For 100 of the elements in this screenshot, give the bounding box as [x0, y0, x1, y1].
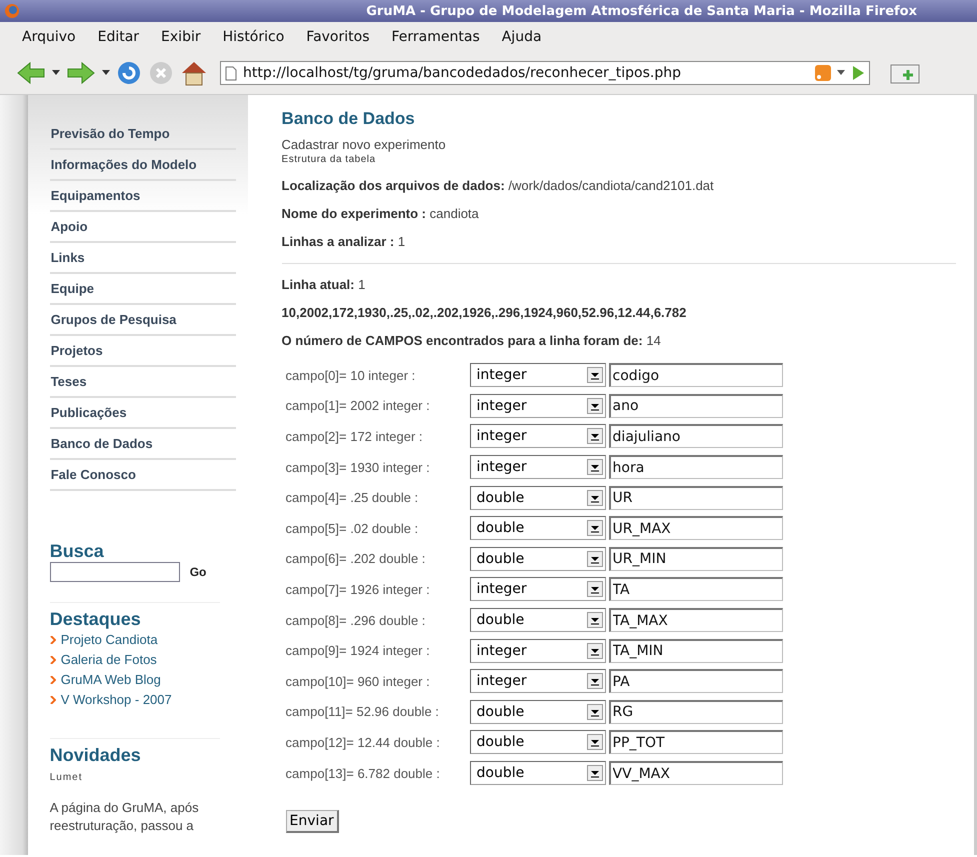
column-name-field[interactable]: hora [608, 455, 783, 480]
field-label: campo[8]= .296 double : [284, 612, 426, 628]
menu-item[interactable]: Histórico [222, 29, 284, 45]
field-label: campo[9]= 1924 integer : [284, 643, 431, 658]
menu-item[interactable]: Exibir [161, 29, 201, 45]
column-name-field[interactable]: ano [608, 394, 783, 418]
page-heading: Banco de Dados [282, 109, 416, 129]
field-label: campo[12]= 12.44 double : [284, 734, 441, 750]
highlight-link[interactable]: V Workshop - 2007 [60, 690, 172, 710]
section-caption: Estrutura da tabela [282, 154, 377, 165]
info-line: Linha atual: 1 [282, 277, 366, 292]
highlight-link[interactable]: Galeria de Fotos [60, 650, 157, 670]
caret-icon[interactable] [102, 70, 110, 76]
menu-item[interactable]: Ferramentas [392, 29, 480, 45]
rss-icon[interactable] [815, 65, 831, 81]
page-subtitle: Cadastrar novo experimento [282, 137, 447, 152]
info-line: Nome do experimento : candiota [282, 206, 480, 221]
type-dropdown[interactable]: double [470, 546, 606, 571]
caret-icon [586, 612, 603, 628]
column-name-field[interactable]: TA [608, 577, 783, 602]
column-name-field[interactable]: TA_MIN [608, 638, 783, 663]
submit-button[interactable]: Enviar [286, 810, 339, 834]
sidebar-link[interactable]: Apoio [50, 212, 236, 243]
sidebar-link[interactable]: Publicações [50, 398, 236, 429]
sidebar-link[interactable]: Previsão do Tempo [50, 119, 236, 150]
sidebar-link[interactable]: Projetos [50, 336, 236, 367]
type-dropdown[interactable]: integer [470, 424, 606, 448]
info-line: O número de CAMPOS encontrados para a linha foram de: 14 [282, 333, 662, 348]
back-icon[interactable] [16, 60, 46, 86]
column-name-field[interactable]: UR_MAX [608, 516, 783, 540]
section-heading: Destaques [50, 609, 142, 630]
caret-icon [586, 704, 603, 720]
sidebar-link[interactable]: Fale Conosco [50, 460, 236, 491]
type-dropdown[interactable]: integer [470, 455, 606, 480]
type-dropdown[interactable]: double [470, 730, 606, 754]
menu-item[interactable]: Favoritos [306, 29, 370, 45]
menu-item[interactable]: Arquivo [22, 29, 76, 45]
field-label: campo[5]= .02 double : [284, 520, 420, 536]
field-label: campo[6]= .202 double : [284, 551, 426, 566]
type-dropdown[interactable]: double [470, 761, 606, 786]
section-heading: Novidades [50, 745, 142, 766]
type-dropdown[interactable]: integer [470, 577, 606, 602]
sidebar-link[interactable]: Equipe [50, 274, 236, 305]
caret-icon[interactable] [837, 70, 845, 76]
type-dropdown[interactable]: double [470, 486, 606, 510]
caret-icon [586, 673, 603, 690]
caret-icon[interactable] [52, 70, 60, 76]
column-name-field[interactable]: RG [608, 700, 783, 724]
type-dropdown[interactable]: integer [470, 394, 606, 418]
type-dropdown[interactable]: double [470, 608, 606, 632]
caret-icon [586, 581, 603, 598]
home-icon[interactable] [180, 60, 208, 86]
sidebar-link[interactable]: Informações do Modelo [50, 150, 236, 181]
sidebar-link[interactable]: Teses [50, 367, 236, 398]
chevron-icon [50, 676, 56, 684]
go-button[interactable]: Go [190, 565, 206, 579]
type-dropdown[interactable]: double [470, 700, 606, 724]
search-field[interactable] [50, 562, 180, 582]
chevron-icon [50, 696, 56, 704]
column-name-field[interactable]: PP_TOT [608, 730, 783, 754]
field-label: campo[11]= 52.96 double : [284, 704, 440, 720]
sidebar-link[interactable]: Links [50, 243, 236, 274]
menu-item[interactable]: Editar [98, 29, 140, 45]
chevron-icon [50, 636, 56, 644]
go-icon[interactable] [851, 65, 865, 81]
column-name-field[interactable]: UR_MIN [608, 546, 783, 571]
menu-item[interactable]: Ajuda [502, 29, 542, 45]
sidebar-link[interactable]: Banco de Dados [50, 429, 236, 460]
forward-icon[interactable] [66, 60, 96, 86]
field-label: campo[13]= 6.782 double : [284, 766, 441, 781]
sidebar-link[interactable]: Equipamentos [50, 181, 236, 212]
column-name-field[interactable]: UR [608, 486, 783, 510]
info-line: Linhas a analizar : 1 [282, 234, 406, 249]
info-line: 10,2002,172,1930,.25,.02,.202,1926,.296,1924,960,52.96,12.44,6.782 [282, 305, 688, 320]
caret-icon [586, 459, 603, 476]
window-title: GruMA - Grupo de Modelagem Atmosférica de Santa Maria - Mozilla Firefox [365, 4, 918, 18]
caret-icon [586, 428, 603, 444]
column-name-field[interactable]: VV_MAX [608, 761, 783, 786]
type-dropdown[interactable]: integer [470, 363, 606, 388]
type-dropdown[interactable]: integer [470, 669, 606, 694]
news-author: Lumet [50, 772, 84, 783]
address-bar[interactable]: http://localhost/tg/gruma/bancodedados/reconhecer_tipos.php [220, 61, 870, 85]
column-name-field[interactable]: codigo [608, 363, 783, 388]
field-label: campo[2]= 172 integer : [284, 428, 424, 444]
highlight-link[interactable]: Projeto Candiota [60, 630, 158, 650]
type-dropdown[interactable]: double [470, 516, 606, 540]
sidebar-link[interactable]: Grupos de Pesquisa [50, 305, 236, 336]
field-label: campo[10]= 960 integer : [284, 674, 431, 689]
caret-icon [586, 550, 603, 567]
column-name-field[interactable]: diajuliano [608, 424, 783, 448]
caret-icon [586, 642, 603, 659]
field-label: campo[0]= 10 integer : [284, 368, 416, 383]
reload-icon[interactable] [116, 60, 142, 86]
column-name-field[interactable]: TA_MAX [608, 608, 783, 632]
caret-icon [586, 398, 603, 414]
field-label: campo[4]= .25 double : [284, 490, 420, 506]
column-name-field[interactable]: PA [608, 669, 783, 694]
type-dropdown[interactable]: integer [470, 638, 606, 663]
highlight-link[interactable]: GruMA Web Blog [60, 670, 161, 690]
field-label: campo[7]= 1926 integer : [284, 582, 431, 597]
